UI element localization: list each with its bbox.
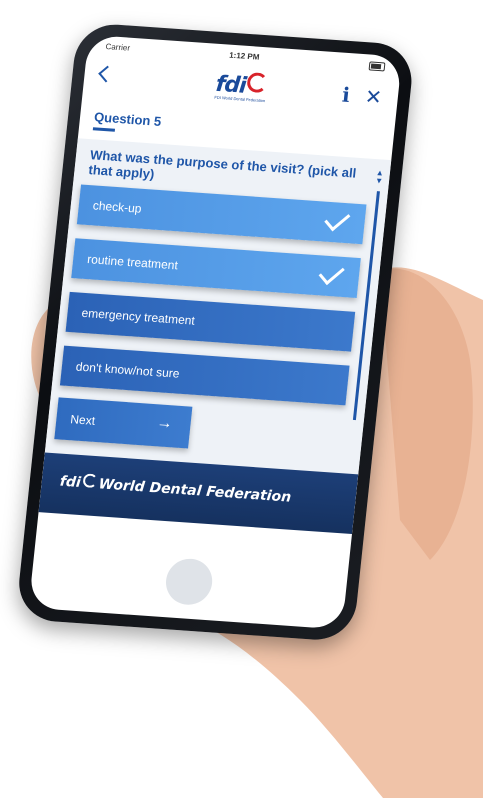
check-icon: [318, 260, 345, 286]
footer-name: World Dental Federation: [97, 476, 292, 506]
fdi-logo: fdi FDI World Dental Federation: [214, 70, 269, 104]
logo-subtext: FDI World Dental Federation: [214, 94, 266, 104]
scroll-arrows-icon[interactable]: ▲ ▼: [375, 168, 385, 185]
info-icon[interactable]: i: [341, 83, 351, 107]
option-label: don't know/not sure: [75, 359, 181, 381]
option-label: routine treatment: [86, 252, 179, 273]
next-label: Next: [69, 412, 96, 428]
option-routine-treatment[interactable]: routine treatment: [71, 238, 361, 298]
logo-swoosh-icon: [246, 71, 269, 94]
question-label: Question 5: [93, 109, 163, 129]
phone-device: Carrier 1:12 PM fdi FDI World Dental Fed…: [15, 22, 416, 643]
app-screen: Carrier 1:12 PM fdi FDI World Dental Fed…: [28, 34, 403, 630]
options-list: check-up routine treatment emergency tre…: [58, 184, 367, 420]
back-icon[interactable]: [98, 65, 116, 83]
footer-brand: fdi World Dental Federation: [59, 472, 292, 506]
option-label: check-up: [92, 198, 143, 216]
battery-icon: [368, 61, 386, 72]
option-label: emergency treatment: [80, 305, 196, 328]
option-emergency-treatment[interactable]: emergency treatment: [65, 291, 356, 352]
home-button[interactable]: [163, 557, 215, 607]
footer-fdi: fdi: [59, 473, 82, 491]
footer-swoosh-icon: [82, 473, 98, 489]
option-dont-know[interactable]: don't know/not sure: [59, 345, 350, 406]
check-icon: [324, 206, 351, 232]
close-icon[interactable]: ✕: [364, 84, 383, 110]
arrow-right-icon: →: [155, 414, 174, 433]
question-underline: [92, 127, 116, 132]
